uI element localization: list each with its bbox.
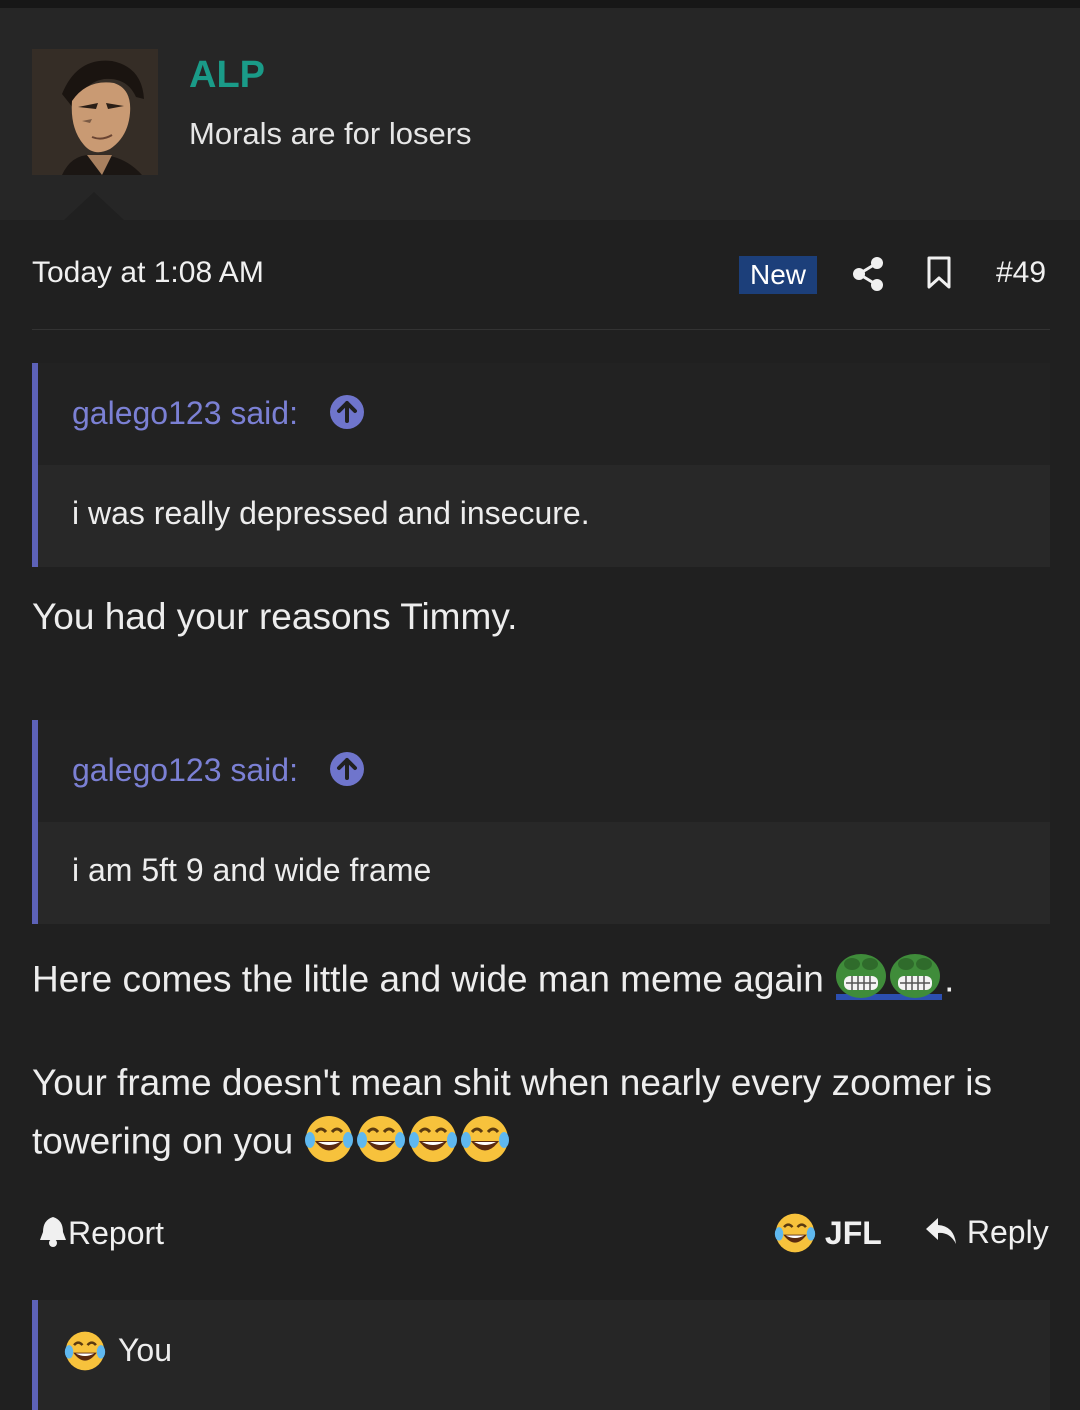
quote-text: i was really depressed and insecure.	[72, 495, 590, 531]
reactions-by-label[interactable]: You	[118, 1332, 172, 1369]
post-text-line: Here comes the little and wide man meme …	[32, 950, 954, 1013]
quote-block: galego123 said: i am 5ft 9 and wide fram…	[32, 720, 1050, 924]
jfl-reaction-button[interactable]: JFL	[774, 1212, 882, 1254]
jump-to-quote-icon[interactable]	[330, 752, 364, 786]
quote-header: galego123 said:	[38, 720, 1050, 822]
top-border	[0, 0, 1080, 8]
quote-content: i was really depressed and insecure.	[38, 465, 1050, 567]
quote-author-link[interactable]: galego123 said:	[72, 752, 298, 789]
quote-header: galego123 said:	[38, 363, 1050, 465]
quote-block: galego123 said: i was really depressed a…	[32, 363, 1050, 567]
crying-laughing-emoji-icon	[64, 1331, 106, 1371]
quote-author-link[interactable]: galego123 said:	[72, 395, 298, 432]
post-text-line: Your frame doesn't mean shit when nearly…	[32, 1062, 992, 1103]
reply-button[interactable]: Reply	[924, 1214, 1049, 1251]
reply-label: Reply	[966, 1214, 1049, 1250]
author-username[interactable]: ALP	[189, 54, 265, 97]
laughing-pepe-icon	[834, 950, 944, 1013]
post-text-line: You had your reasons Timmy.	[32, 596, 518, 637]
new-badge: New	[739, 256, 817, 294]
jfl-label: JFL	[824, 1215, 882, 1251]
post-number-link[interactable]: #49	[996, 256, 1046, 290]
reply-arrow-icon	[926, 1218, 956, 1244]
post-author-header: ALP Morals are for losers	[0, 8, 1080, 220]
post-date[interactable]: Today at 1:08 AM	[32, 256, 264, 290]
quote-content: i am 5ft 9 and wide frame	[38, 822, 1050, 924]
meta-divider	[32, 329, 1050, 330]
quote-text: i am 5ft 9 and wide frame	[72, 852, 432, 888]
bookmark-icon[interactable]	[926, 256, 952, 290]
reactions-bar[interactable]: You	[32, 1300, 1050, 1410]
crying-laughing-emoji-icon	[774, 1213, 816, 1253]
report-label: Report	[68, 1215, 165, 1251]
post-text-segment: Here comes the little and wide man meme …	[32, 958, 824, 1000]
post-text-period: .	[944, 958, 955, 1000]
author-avatar[interactable]	[32, 49, 158, 175]
post-text-line: towering on you	[32, 1114, 514, 1173]
author-user-title: Morals are for losers	[189, 116, 472, 151]
post-text-segment: towering on you	[32, 1120, 294, 1162]
header-pointer	[64, 192, 124, 220]
bell-icon	[40, 1217, 66, 1247]
jump-to-quote-icon[interactable]	[330, 395, 364, 429]
report-button[interactable]: Report	[38, 1214, 164, 1252]
crying-laughing-emoji-icon	[304, 1114, 514, 1173]
share-icon[interactable]	[851, 256, 885, 292]
